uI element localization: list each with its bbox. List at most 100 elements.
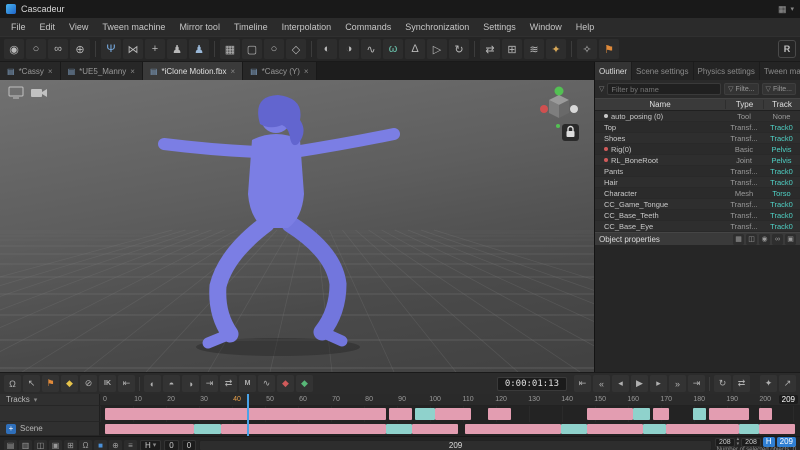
filter-by-name-input[interactable] [607, 83, 721, 95]
h-frame-badge[interactable]: 209 [777, 437, 796, 447]
outliner-row[interactable]: ShoesTransf...Track0 [595, 133, 800, 144]
visibility-icon[interactable]: ◉ [759, 234, 770, 245]
timeline-segment[interactable] [415, 408, 435, 420]
menu-commands[interactable]: Commands [338, 20, 398, 34]
balance-icon[interactable]: ▷ [427, 39, 447, 59]
object-properties-bar[interactable]: Object properties ▦◫◉∞▣ [595, 232, 800, 245]
tab-close-icon[interactable]: × [48, 67, 53, 76]
magic-tween-icon[interactable]: ✦ [760, 375, 777, 392]
magnet-icon[interactable]: Ω [4, 375, 21, 392]
render-icon[interactable]: ▣ [49, 440, 62, 450]
screenshot-icon[interactable]: ◫ [34, 440, 47, 450]
timeline-segment[interactable] [465, 424, 561, 434]
range-end-field[interactable]: 208 [715, 438, 735, 447]
menu-interpolation[interactable]: Interpolation [275, 20, 339, 34]
outliner-row[interactable]: HairTransf...Track0 [595, 177, 800, 188]
timeline-segment[interactable] [759, 424, 795, 434]
wand-icon[interactable]: ✧ [577, 39, 597, 59]
camera-icon[interactable] [30, 86, 48, 104]
circle-select-icon[interactable]: ○ [26, 39, 46, 59]
timeline-segment[interactable] [194, 424, 220, 434]
list-icon[interactable]: ≡ [124, 440, 137, 450]
h-mode-badge[interactable]: H [763, 437, 775, 447]
pivot-icon[interactable]: ⊕ [109, 440, 122, 450]
physics-sim-icon[interactable]: ω [383, 39, 403, 59]
ik-mode-button[interactable]: IK [99, 375, 116, 392]
outliner-row[interactable]: CC_Game_TongueTransf...Track0 [595, 199, 800, 210]
timeline-segment[interactable] [693, 408, 706, 420]
panel-tab-physics-settings[interactable]: Physics settings [694, 62, 760, 80]
select-mode-icon[interactable]: ↖ [23, 375, 40, 392]
timeline-segment[interactable] [666, 424, 739, 434]
tab-close-icon[interactable]: × [230, 67, 235, 76]
track-filter-button[interactable]: ▽Filte... [762, 83, 796, 95]
timeline-ruler[interactable]: 209 010203040506070809010011012013014015… [100, 394, 800, 406]
box-collider-icon[interactable]: ▦ [220, 39, 240, 59]
timeline-segment[interactable] [633, 408, 650, 420]
autokey-flag-icon[interactable]: ⚑ [42, 375, 59, 392]
snap-pivot-icon[interactable]: ⊕ [70, 39, 90, 59]
show-bounds-icon[interactable]: ◫ [746, 234, 757, 245]
timeline-segment[interactable] [587, 424, 643, 434]
joint-tool-icon[interactable]: + [145, 39, 165, 59]
menu-window[interactable]: Window [523, 20, 569, 34]
stepper-arrows-icon[interactable]: ▴▾ [737, 437, 740, 447]
m-mode-button[interactable]: M [239, 375, 256, 392]
ghost-off-icon[interactable]: ⊘ [80, 375, 97, 392]
auto-posing-icon[interactable]: Ψ [101, 39, 121, 59]
go-to-start-button[interactable]: ⇤ [574, 375, 591, 392]
link-constraint-icon[interactable]: ∞ [48, 39, 68, 59]
secondary-motion-icon[interactable]: ↗ [779, 375, 796, 392]
keyframe-icon[interactable]: ◆ [61, 375, 78, 392]
tab-close-icon[interactable]: × [304, 67, 309, 76]
tween-machine-icon[interactable]: ✦ [546, 39, 566, 59]
key-green-icon[interactable]: ◆ [296, 375, 313, 392]
timeline-segment[interactable] [739, 424, 759, 434]
document-tab[interactable]: ▤*iClone Motion.fbx× [143, 62, 243, 80]
layout-icon[interactable]: ▦ [778, 4, 787, 15]
key-red-icon[interactable]: ◆ [277, 375, 294, 392]
outliner-row[interactable]: PantsTransf...Track0 [595, 166, 800, 177]
mirror-timeline-icon[interactable]: ⇄ [220, 375, 237, 392]
document-tab[interactable]: ▤*Cascy (Y)× [243, 62, 316, 80]
rig-tool-icon[interactable]: ⋈ [123, 39, 143, 59]
step-back-button[interactable]: ◂ [612, 375, 629, 392]
add-track-button[interactable]: + [6, 424, 16, 434]
selection-cube-icon[interactable]: ■ [94, 440, 107, 450]
menu-view[interactable]: View [62, 20, 95, 34]
record-button[interactable]: R [778, 40, 796, 58]
sphere-icon[interactable]: ○ [264, 39, 284, 59]
current-frame-field[interactable]: 0 [164, 440, 178, 450]
import-icon[interactable]: ▥ [19, 440, 32, 450]
pose-mode-select[interactable]: H▾ [140, 440, 161, 450]
step-forward-button[interactable]: ▸ [650, 375, 667, 392]
timeline-segment[interactable] [587, 408, 633, 420]
relax-tool-icon[interactable]: ≋ [524, 39, 544, 59]
panel-tab-scene-settings[interactable]: Scene settings [632, 62, 693, 80]
total-frames-field[interactable]: 209 [199, 440, 712, 450]
menu-settings[interactable]: Settings [476, 20, 523, 34]
timeline-segment[interactable] [412, 424, 458, 434]
menu-timeline[interactable]: Timeline [227, 20, 275, 34]
mirror-pose-icon[interactable]: ⇄ [480, 39, 500, 59]
timeline-segment[interactable] [389, 408, 412, 420]
skeleton-icon[interactable]: ♟ [167, 39, 187, 59]
display-mode-icon[interactable] [8, 86, 24, 104]
menu-tween-machine[interactable]: Tween machine [95, 20, 172, 34]
outliner-row[interactable]: TopTransf...Track0 [595, 122, 800, 133]
next-keyframe-button[interactable]: » [669, 375, 686, 392]
flag-icon[interactable]: ⚑ [599, 39, 619, 59]
menu-file[interactable]: File [4, 20, 33, 34]
document-tab[interactable]: ▤*Cassy× [0, 62, 61, 80]
timeline-segment[interactable] [653, 408, 670, 420]
timeline-segment[interactable] [643, 424, 666, 434]
track-lane[interactable] [100, 406, 800, 422]
prev-keyframe-button[interactable]: « [593, 375, 610, 392]
viewport-3d[interactable] [0, 80, 594, 372]
outliner-row[interactable]: CC_Base_EyeTransf...Track0 [595, 221, 800, 232]
trajectory-icon[interactable]: ∿ [361, 39, 381, 59]
interval-icon[interactable]: ⇥ [201, 375, 218, 392]
play-button[interactable]: ▶ [631, 375, 648, 392]
fulcrum-icon[interactable]: Δ [405, 39, 425, 59]
timeline-segment[interactable] [386, 424, 412, 434]
